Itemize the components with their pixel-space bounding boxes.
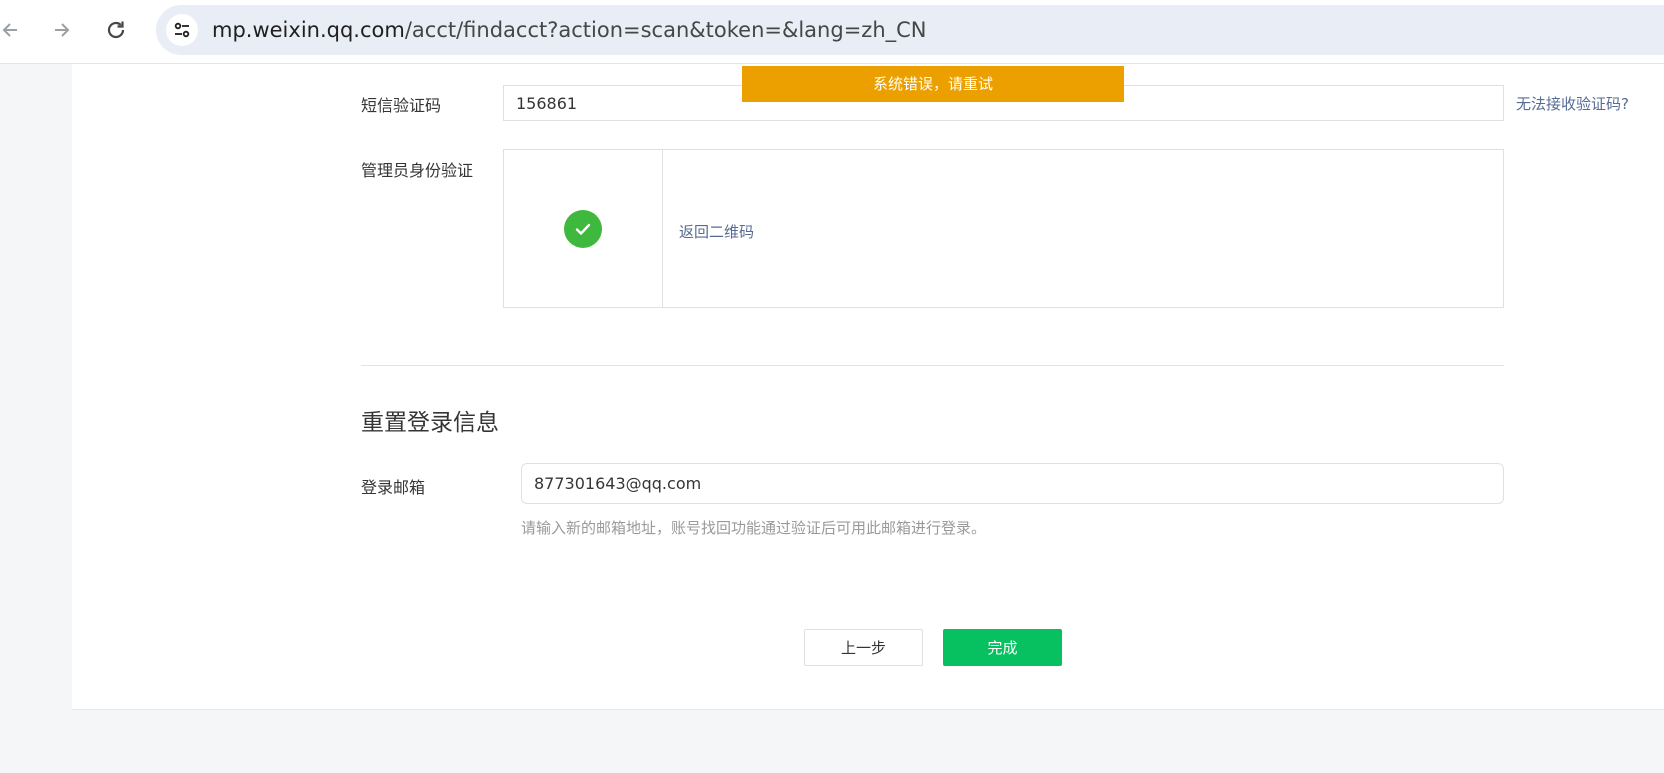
check-circle-icon [564, 209, 602, 248]
arrow-left-icon [2, 23, 17, 37]
url-text[interactable]: mp.weixin.qq.com/acct/findacct?action=sc… [212, 5, 927, 55]
url-path: /acct/findacct?action=scan&token=&lang=z… [404, 18, 927, 42]
reset-section-title: 重置登录信息 [361, 410, 499, 436]
admin-verify-box: 返回二维码 [503, 149, 1504, 308]
email-hint: 请输入新的邮箱地址，账号找回功能通过验证后可用此邮箱进行登录。 [521, 519, 987, 537]
forward-button[interactable] [46, 14, 78, 46]
email-label: 登录邮箱 [361, 478, 426, 497]
prev-step-button[interactable]: 上一步 [804, 629, 923, 666]
tune-icon [174, 22, 190, 38]
done-button[interactable]: 完成 [943, 629, 1062, 666]
sms-help-link[interactable]: 无法接收验证码? [1516, 93, 1629, 114]
back-to-qrcode-link[interactable]: 返回二维码 [679, 221, 754, 242]
back-button[interactable] [0, 14, 26, 46]
address-bar[interactable]: mp.weixin.qq.com/acct/findacct?action=sc… [156, 5, 1664, 55]
reload-icon [107, 21, 125, 39]
url-host: mp.weixin.qq.com [212, 18, 405, 42]
verify-status-cell [504, 150, 663, 307]
arrow-right-icon [55, 23, 70, 37]
section-divider [361, 365, 1504, 366]
site-info-button[interactable] [166, 14, 198, 46]
reload-button[interactable] [100, 14, 132, 46]
email-input[interactable]: 877301643@qq.com [521, 463, 1504, 504]
browser-toolbar: mp.weixin.qq.com/acct/findacct?action=sc… [0, 0, 1664, 64]
admin-verify-label: 管理员身份验证 [361, 161, 474, 180]
error-toast: 系统错误，请重试 [742, 66, 1124, 102]
sms-label: 短信验证码 [361, 96, 442, 115]
